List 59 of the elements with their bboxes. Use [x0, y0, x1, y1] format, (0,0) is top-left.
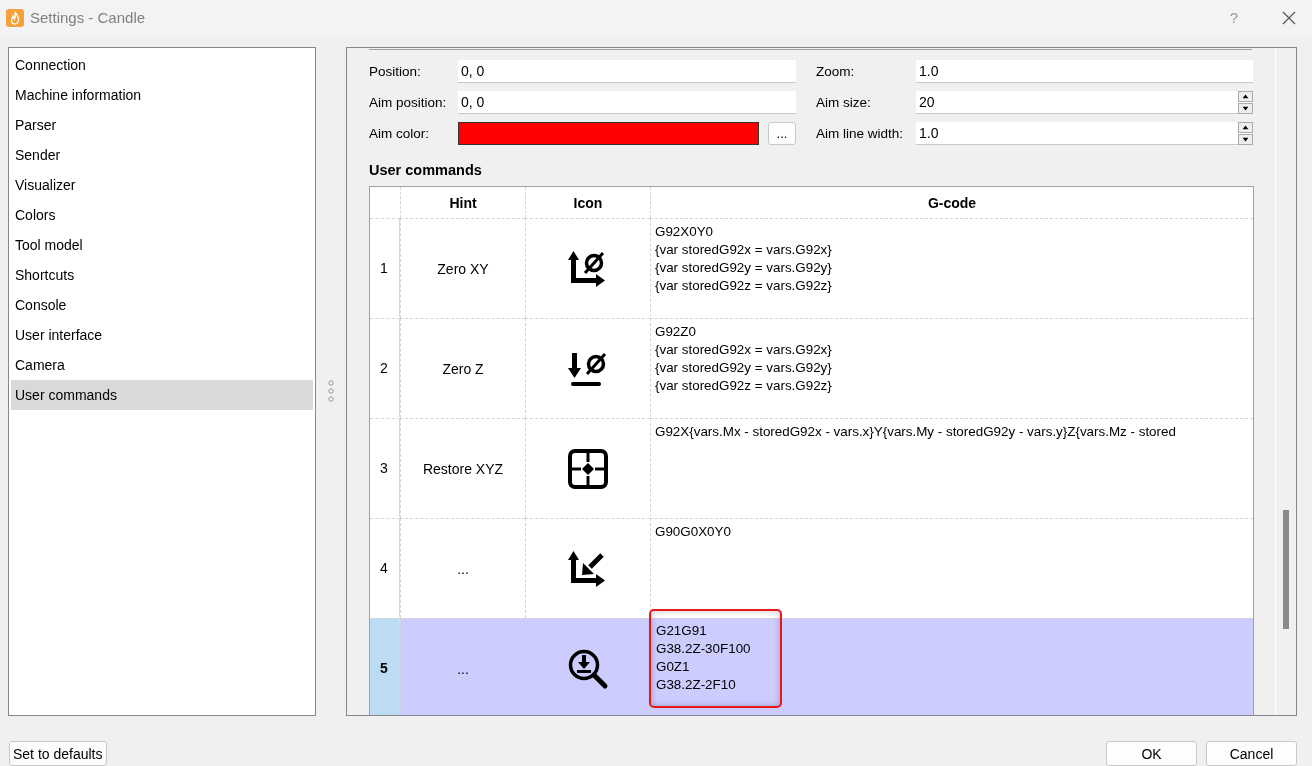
zero-xy-icon — [568, 248, 608, 289]
column-header[interactable]: G-code — [650, 187, 1253, 219]
window-title: Settings - Candle — [30, 9, 147, 26]
field-label: Aim size: — [816, 95, 872, 111]
spin-up-icon[interactable] — [1238, 90, 1253, 102]
sidebar-item[interactable]: Colors — [11, 200, 313, 231]
spin-down-icon[interactable] — [1238, 133, 1253, 145]
sidebar-item[interactable]: Connection — [11, 50, 313, 81]
sidebar-item[interactable]: Sender — [11, 140, 313, 171]
probe-search-icon — [567, 647, 609, 690]
row-number[interactable]: 5 — [370, 618, 400, 716]
column-header[interactable]: Hint — [400, 187, 525, 219]
pick-color-button[interactable]: ... — [768, 122, 796, 146]
gcode-cell: G92X0Y0 {var storedG92x = vars.G92x} {var storedG92y = vars.G92y} {var storedG92z = vars.G92z} — [650, 218, 1253, 318]
scrollbar-thumb[interactable] — [1283, 510, 1289, 630]
axes-arrow-icon — [568, 548, 608, 589]
section-title: User commands — [369, 162, 483, 179]
row-number[interactable]: 4 — [370, 518, 400, 618]
spin-box[interactable]: 20 — [916, 91, 1253, 115]
sidebar-item[interactable]: User interface — [11, 320, 313, 351]
color-swatch[interactable] — [458, 122, 759, 146]
hint-cell: Zero Z — [400, 318, 525, 419]
text-field[interactable]: 0, 0 — [458, 91, 796, 115]
hint-cell: ... — [400, 618, 525, 716]
hint-cell: Zero XY — [400, 218, 525, 319]
field-label: Position: — [369, 64, 422, 80]
field-label: Aim color: — [369, 126, 430, 142]
close-icon[interactable] — [1282, 10, 1296, 25]
row-number[interactable]: 2 — [370, 318, 400, 418]
sidebar-item[interactable]: Visualizer — [11, 170, 313, 201]
text-field[interactable]: 1.0 — [916, 60, 1253, 84]
gcode-editor[interactable]: G21G91 G38.2Z-30F100 G0Z1 G38.2Z-2F10 — [649, 609, 782, 709]
gcode-cell: G90G0X0Y0 — [650, 518, 1253, 618]
row-number[interactable]: 3 — [370, 418, 400, 518]
gcode-cell: G92X{vars.Mx - storedG92x - vars.x}Y{vars.My - storedG92y - vars.y}Z{vars.Mz - stored — [650, 418, 1253, 518]
text-field[interactable]: 0, 0 — [458, 60, 796, 84]
gcode-cell: G92Z0 {var storedG92x = vars.G92x} {var storedG92y = vars.G92y} {var storedG92z = vars.G92z} — [650, 318, 1253, 418]
column-header[interactable]: Icon — [525, 187, 650, 219]
hint-cell: Restore XYZ — [400, 418, 525, 519]
sidebar-item[interactable]: User commands — [11, 380, 313, 411]
sidebar-item[interactable]: Shortcuts — [11, 260, 313, 291]
spin-box[interactable]: 1.0 — [916, 122, 1253, 146]
sidebar-item[interactable]: Machine information — [11, 80, 313, 111]
spin-up-icon[interactable] — [1238, 121, 1253, 133]
cancel-button[interactable]: Cancel — [1206, 741, 1297, 766]
sidebar-item[interactable]: Parser — [11, 110, 313, 141]
row-number[interactable]: 1 — [370, 218, 400, 318]
field-label: Aim position: — [369, 95, 448, 111]
set-defaults-button[interactable]: Set to defaults — [9, 741, 107, 766]
sidebar-item[interactable]: Console — [11, 290, 313, 321]
field-label: Zoom: — [816, 64, 856, 80]
crosshair-icon — [567, 447, 609, 490]
splitter-handle-icon[interactable] — [328, 379, 334, 402]
sidebar-item[interactable]: Camera — [11, 350, 313, 381]
ok-button[interactable]: OK — [1106, 741, 1197, 766]
app-flame-icon — [6, 8, 24, 27]
spin-down-icon[interactable] — [1238, 102, 1253, 114]
sidebar-item[interactable]: Tool model — [11, 230, 313, 261]
field-label: Aim line width: — [816, 126, 905, 142]
